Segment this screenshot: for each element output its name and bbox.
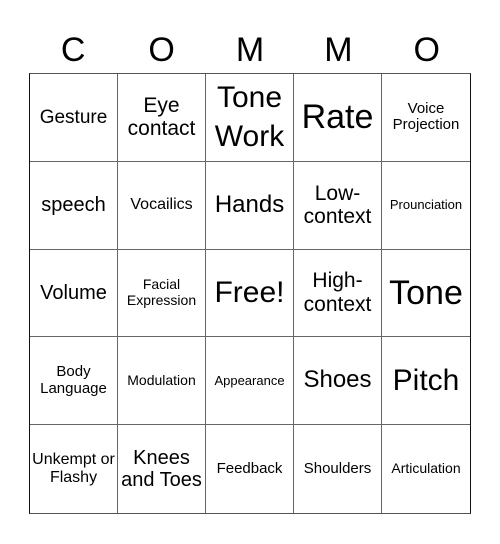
- bingo-cell[interactable]: Pitch: [382, 337, 470, 426]
- bingo-cell-label: Shoulders: [303, 459, 372, 477]
- bingo-cell[interactable]: Unkempt or Flashy: [30, 425, 118, 513]
- bingo-cell[interactable]: Low-context: [294, 161, 382, 250]
- bingo-cell[interactable]: Feedback: [206, 425, 294, 513]
- bingo-cell[interactable]: Vocailics: [118, 161, 206, 250]
- bingo-cell-label: Eye contact: [127, 93, 196, 141]
- bingo-cell[interactable]: Eye contact: [118, 74, 206, 162]
- bingo-cell-label: Tone: [389, 273, 463, 312]
- bingo-cell[interactable]: Hands: [206, 161, 294, 250]
- bingo-cell[interactable]: Volume: [30, 249, 118, 338]
- bingo-cell[interactable]: Facial Expression: [118, 249, 206, 338]
- bingo-cell-label: Shoes: [303, 366, 372, 394]
- bingo-cell-label: Feedback: [216, 459, 283, 477]
- bingo-cell-label: Body Language: [40, 362, 107, 397]
- bingo-cell[interactable]: Body Language: [30, 337, 118, 426]
- bingo-cell-label: Volume: [40, 281, 107, 304]
- bingo-cell[interactable]: Tone: [382, 250, 470, 338]
- bingo-cell-label: Free!: [214, 276, 285, 310]
- bingo-cell[interactable]: Knees and Toes: [118, 425, 206, 513]
- header-letter: O: [148, 31, 175, 69]
- bingo-header: C O M M O: [29, 28, 471, 73]
- bingo-cell[interactable]: Modulation: [118, 337, 206, 426]
- bingo-cell[interactable]: High-context: [294, 249, 382, 338]
- bingo-cell[interactable]: Voice Projection: [382, 74, 470, 162]
- bingo-cell-label: Appearance: [214, 372, 285, 388]
- bingo-cell-label: Prounciation: [389, 196, 463, 212]
- header-letter: M: [324, 31, 353, 69]
- bingo-cell[interactable]: Shoulders: [294, 425, 382, 513]
- bingo-card-grid: Gesture Eye contact Tone Work Rate Voice Pro…: [29, 73, 471, 514]
- bingo-cell-label: Knees and Toes: [121, 446, 202, 492]
- bingo-cell-label: Low-context: [303, 181, 372, 229]
- bingo-cell-label: Gesture: [39, 106, 108, 128]
- bingo-cell-label: High-context: [303, 269, 372, 316]
- bingo-cell[interactable]: Gesture: [30, 74, 118, 162]
- bingo-cell[interactable]: Rate: [294, 74, 382, 162]
- bingo-cell[interactable]: speech: [30, 161, 118, 250]
- bingo-cell[interactable]: Tone Work: [206, 74, 294, 162]
- bingo-cell-label: Facial Expression: [126, 276, 197, 308]
- bingo-cell[interactable]: Articulation: [382, 425, 470, 513]
- header-letter: M: [235, 31, 265, 69]
- bingo-cell[interactable]: Shoes: [294, 337, 382, 426]
- bingo-cell[interactable]: Prounciation: [382, 162, 470, 250]
- header-letter: O: [413, 31, 440, 69]
- bingo-cell-label: Hands: [214, 190, 285, 218]
- bingo-cell-label: speech: [41, 194, 106, 216]
- bingo-cell-label: Pitch: [392, 364, 460, 398]
- bingo-cell-label: Articulation: [391, 460, 461, 477]
- bingo-cell[interactable]: Appearance: [206, 337, 294, 426]
- bingo-cell-label: Modulation: [127, 371, 196, 388]
- bingo-cell-free[interactable]: Free!: [206, 249, 294, 338]
- bingo-cell-label: Rate: [301, 98, 374, 137]
- bingo-cell-label: Vocailics: [130, 196, 193, 214]
- bingo-cell-label: Tone Work: [214, 81, 285, 154]
- bingo-cell-label: Unkempt or Flashy: [32, 451, 115, 487]
- header-letter: C: [60, 31, 86, 69]
- bingo-cell-label: Voice Projection: [392, 99, 460, 134]
